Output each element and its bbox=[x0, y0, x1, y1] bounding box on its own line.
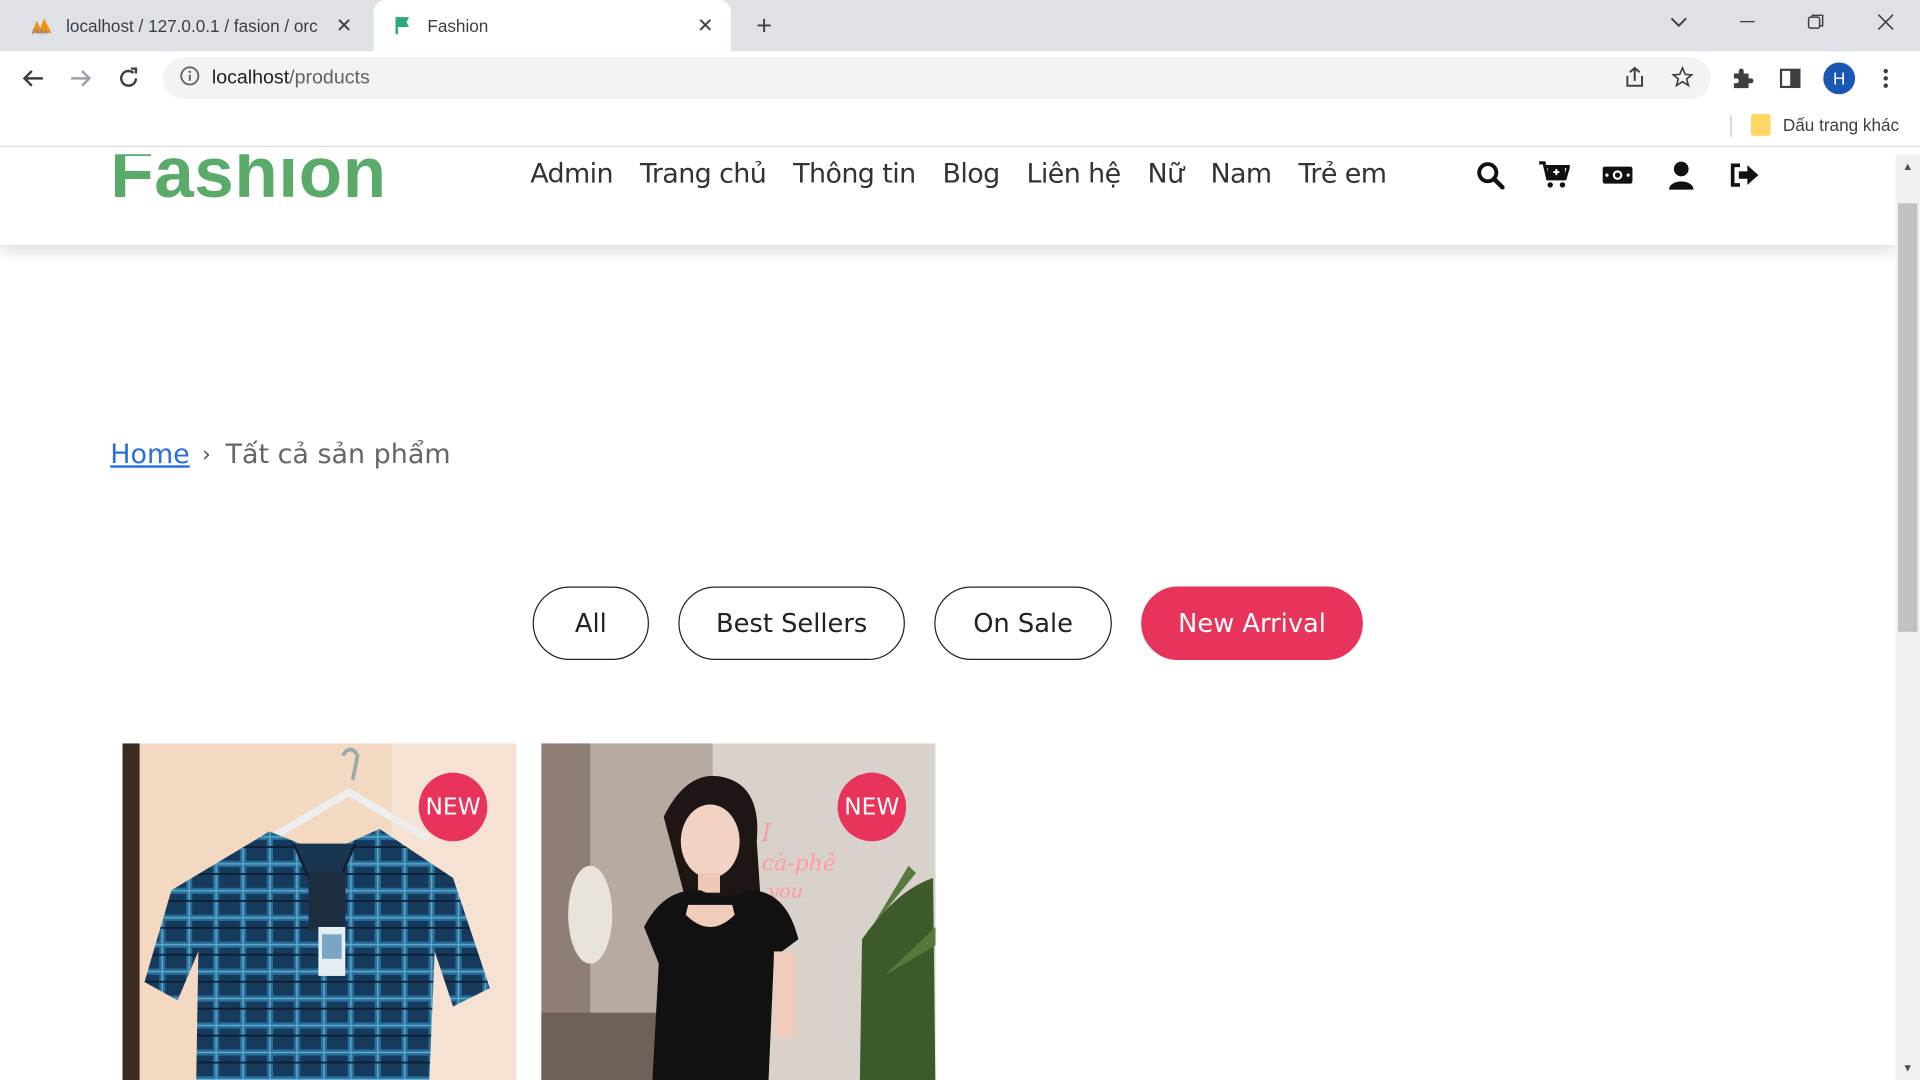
menu-icon[interactable] bbox=[1867, 60, 1904, 97]
svg-text:PMA: PMA bbox=[32, 27, 48, 35]
site-logo[interactable]: Fashion bbox=[110, 154, 387, 214]
profile-avatar[interactable]: H bbox=[1823, 62, 1856, 95]
bookmark-star-icon[interactable] bbox=[1665, 60, 1699, 94]
scroll-thumb[interactable] bbox=[1897, 203, 1918, 632]
search-icon[interactable] bbox=[1474, 159, 1506, 191]
nav-about[interactable]: Thông tin bbox=[793, 159, 916, 190]
folder-icon bbox=[1751, 113, 1771, 136]
logout-icon[interactable] bbox=[1729, 159, 1761, 191]
url-text: localhost/products bbox=[212, 67, 370, 89]
product-filters: All Best Sellers On Sale New Arrival bbox=[0, 586, 1896, 661]
product-card[interactable]: NEW bbox=[122, 743, 517, 1080]
new-badge: NEW bbox=[418, 772, 488, 842]
address-bar[interactable]: localhost/products bbox=[162, 57, 1711, 100]
product-card[interactable]: I cà-phê you NEW bbox=[541, 743, 936, 1080]
chevron-right-icon: › bbox=[202, 442, 211, 468]
breadcrumb-home-link[interactable]: Home bbox=[110, 440, 190, 471]
user-icon[interactable] bbox=[1665, 159, 1697, 191]
share-icon[interactable] bbox=[1618, 60, 1652, 94]
extensions-icon[interactable] bbox=[1724, 60, 1761, 97]
breadcrumb: Home › Tất cả sản phẩm bbox=[110, 440, 450, 471]
nav-kids[interactable]: Trẻ em bbox=[1299, 159, 1387, 190]
nav-blog[interactable]: Blog bbox=[942, 159, 1000, 190]
nav-women[interactable]: Nữ bbox=[1148, 159, 1185, 190]
tab-strip: PMA localhost / 127.0.0.1 / fasion / orc… bbox=[0, 0, 1920, 52]
close-tab-icon[interactable]: ✕ bbox=[331, 12, 358, 39]
tab-fashion[interactable]: Fashion ✕ bbox=[373, 0, 732, 52]
money-icon[interactable] bbox=[1602, 159, 1634, 191]
url-host: localhost bbox=[211, 67, 290, 89]
nav-admin[interactable]: Admin bbox=[530, 159, 613, 190]
main-nav: Admin Trang chủ Thông tin Blog Liên hệ N… bbox=[530, 159, 1413, 190]
folder-label: Dấu trang khác bbox=[1782, 115, 1900, 135]
page-viewport: Fashion Admin Trang chủ Thông tin Blog L… bbox=[0, 154, 1896, 1080]
filter-new-arrival-button[interactable]: New Arrival bbox=[1141, 586, 1363, 661]
nav-men[interactable]: Nam bbox=[1210, 159, 1272, 190]
svg-text:cà-phê: cà-phê bbox=[762, 852, 836, 877]
cart-icon[interactable] bbox=[1538, 159, 1570, 191]
bookmarks-separator bbox=[1730, 115, 1732, 138]
restore-icon[interactable] bbox=[1788, 0, 1844, 44]
forward-icon[interactable] bbox=[62, 60, 99, 97]
scroll-down-icon[interactable]: ▼ bbox=[1896, 1058, 1920, 1078]
new-tab-icon[interactable]: + bbox=[747, 10, 781, 42]
tab-search-icon[interactable] bbox=[1651, 0, 1707, 44]
breadcrumb-current: Tất cả sản phẩm bbox=[225, 439, 451, 471]
side-panel-icon[interactable] bbox=[1772, 60, 1809, 97]
back-icon[interactable] bbox=[15, 60, 52, 97]
bookmarks-bar: Dấu trang khác bbox=[0, 105, 1920, 147]
site-header: Fashion Admin Trang chủ Thông tin Blog L… bbox=[0, 154, 1896, 245]
new-badge: NEW bbox=[837, 772, 907, 842]
minimize-icon[interactable] bbox=[1719, 0, 1775, 44]
product-grid: NEW I cà-phê you NEW bbox=[122, 743, 936, 1080]
tab-title: localhost / 127.0.0.1 / fasion / orc bbox=[66, 15, 318, 36]
page-scrollbar[interactable]: ▲ ▼ bbox=[1895, 154, 1920, 1080]
header-icons bbox=[1474, 159, 1792, 191]
filter-on-sale-button[interactable]: On Sale bbox=[934, 586, 1112, 661]
tab-phpmyadmin[interactable]: PMA localhost / 127.0.0.1 / fasion / orc… bbox=[12, 0, 370, 51]
close-tab-icon[interactable]: ✕ bbox=[692, 12, 719, 39]
close-window-icon[interactable] bbox=[1858, 0, 1914, 44]
scroll-up-icon[interactable]: ▲ bbox=[1896, 157, 1920, 177]
reload-icon[interactable] bbox=[110, 60, 147, 97]
other-bookmarks-folder[interactable]: Dấu trang khác bbox=[1751, 113, 1900, 136]
nav-home[interactable]: Trang chủ bbox=[640, 159, 767, 190]
svg-text:I: I bbox=[761, 818, 773, 847]
url-path: /products bbox=[289, 67, 370, 89]
phpmyadmin-icon: PMA bbox=[29, 13, 53, 37]
filter-all-button[interactable]: All bbox=[532, 586, 649, 661]
tab-title: Fashion bbox=[427, 15, 489, 36]
site-info-icon[interactable] bbox=[180, 65, 200, 92]
filter-best-sellers-button[interactable]: Best Sellers bbox=[678, 586, 905, 661]
nav-contact[interactable]: Liên hệ bbox=[1027, 159, 1122, 190]
screen: PMA localhost / 127.0.0.1 / fasion / orc… bbox=[0, 0, 1920, 1080]
browser-toolbar: localhost/products bbox=[0, 51, 1920, 106]
flag-icon bbox=[391, 13, 415, 37]
